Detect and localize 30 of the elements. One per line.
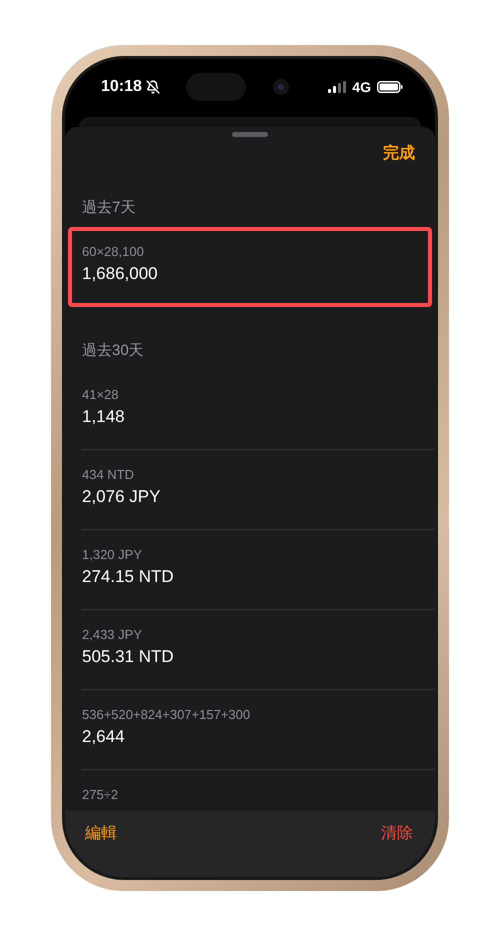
section-header: 過去7天 [81, 198, 136, 218]
result-text: 2,644 [82, 727, 126, 747]
network-label: 4G [352, 79, 371, 95]
expression-text: 1,320 JPY [82, 547, 143, 562]
bell-off-icon [146, 80, 160, 94]
result-text: 274.15 NTD [82, 567, 175, 587]
clear-button[interactable]: 清除 [381, 823, 413, 844]
history-row[interactable]: 1,320 JPY 274.15 NTD [82, 530, 435, 610]
expression-text: 60×28,100 [82, 244, 145, 259]
battery-icon [376, 81, 403, 93]
done-button[interactable]: 完成 [383, 141, 415, 166]
signal-icon [328, 81, 346, 93]
status-time: 10:18 [101, 78, 142, 96]
result-text: 505.31 NTD [82, 647, 175, 667]
history-row[interactable]: 2,433 JPY 505.31 NTD [82, 610, 435, 690]
history-row[interactable]: 434 NTD 2,076 JPY [82, 450, 435, 530]
history-row[interactable]: 41×28 1,148 [82, 370, 435, 450]
result-text: 1,686,000 [82, 264, 159, 284]
history-row[interactable]: 536+520+824+307+157+300 2,644 [82, 690, 435, 770]
grabber-handle[interactable] [232, 132, 268, 137]
expression-text: 2,433 JPY [82, 627, 143, 642]
section-header: 過去30天 [81, 341, 145, 361]
highlight-frame[interactable]: 60×28,100 1,686,000 [68, 227, 432, 307]
expression-text: 434 NTD [82, 467, 136, 482]
result-text: 1,148 [82, 407, 126, 427]
expression-text: 41×28 [82, 387, 120, 402]
result-text: 2,076 JPY [82, 487, 162, 507]
edit-button[interactable]: 編輯 [85, 823, 117, 844]
expression-text: 275÷2 [82, 787, 120, 802]
expression-text: 536+520+824+307+157+300 [82, 707, 252, 722]
